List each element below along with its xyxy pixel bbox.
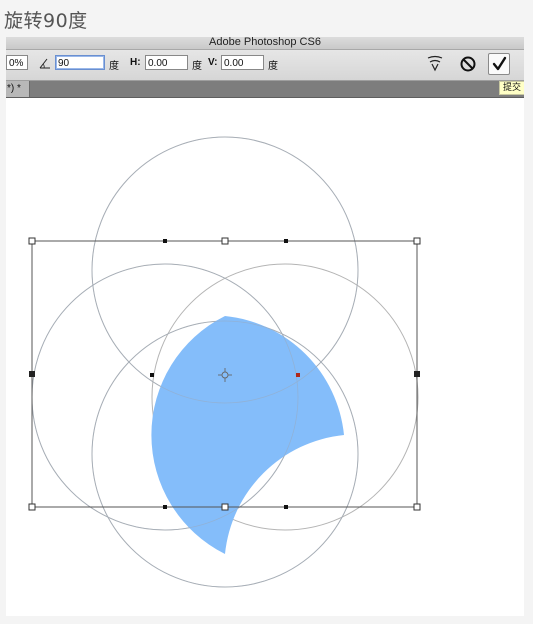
handle-middle-left[interactable] <box>29 371 35 377</box>
path-anchor[interactable] <box>163 239 167 243</box>
path-anchor[interactable] <box>284 505 288 509</box>
path-anchor-selected[interactable] <box>296 373 300 377</box>
v-skew-unit-label: 度 <box>268 61 278 72</box>
v-skew-label: V: <box>208 57 218 68</box>
angle-unit-label: 度 <box>109 61 119 72</box>
rotate-angle-field[interactable]: 90 <box>55 55 105 70</box>
document-tab[interactable]: *) * <box>6 81 30 97</box>
handle-top-center[interactable] <box>221 237 229 245</box>
handle-bottom-right[interactable] <box>413 503 421 511</box>
v-skew-field[interactable]: 0.00 <box>221 55 264 70</box>
photoshop-window: Adobe Photoshop CS6 0% 90 度 H: 0.00 度 V:… <box>6 37 524 616</box>
checkmark-icon <box>492 56 507 71</box>
title-bar: Adobe Photoshop CS6 <box>6 37 524 50</box>
commit-tooltip: 提交 <box>499 81 524 95</box>
handle-top-right[interactable] <box>413 237 421 245</box>
document-tab-bar: *) * <box>6 81 524 98</box>
handle-top-left[interactable] <box>28 237 36 245</box>
window-title: Adobe Photoshop CS6 <box>209 37 321 48</box>
scale-field[interactable]: 0% <box>6 55 28 70</box>
h-skew-unit-label: 度 <box>192 61 202 72</box>
path-anchor[interactable] <box>150 373 154 377</box>
warp-mode-icon[interactable] <box>426 54 444 72</box>
cancel-transform-icon[interactable] <box>458 54 478 74</box>
handle-middle-right[interactable] <box>414 371 420 377</box>
figure-caption: 旋转90度 <box>4 10 88 32</box>
handle-bottom-left[interactable] <box>28 503 36 511</box>
path-anchor[interactable] <box>284 239 288 243</box>
rotated-reuleaux-shape[interactable] <box>151 316 344 554</box>
handle-bottom-center[interactable] <box>221 503 229 511</box>
angle-icon <box>39 58 50 69</box>
commit-transform-button[interactable] <box>488 53 510 75</box>
path-anchor[interactable] <box>163 505 167 509</box>
document-canvas[interactable] <box>6 98 524 616</box>
h-skew-label: H: <box>130 57 141 68</box>
transform-options-bar: 0% 90 度 H: 0.00 度 V: 0.00 度 <box>6 50 524 81</box>
h-skew-field[interactable]: 0.00 <box>145 55 188 70</box>
